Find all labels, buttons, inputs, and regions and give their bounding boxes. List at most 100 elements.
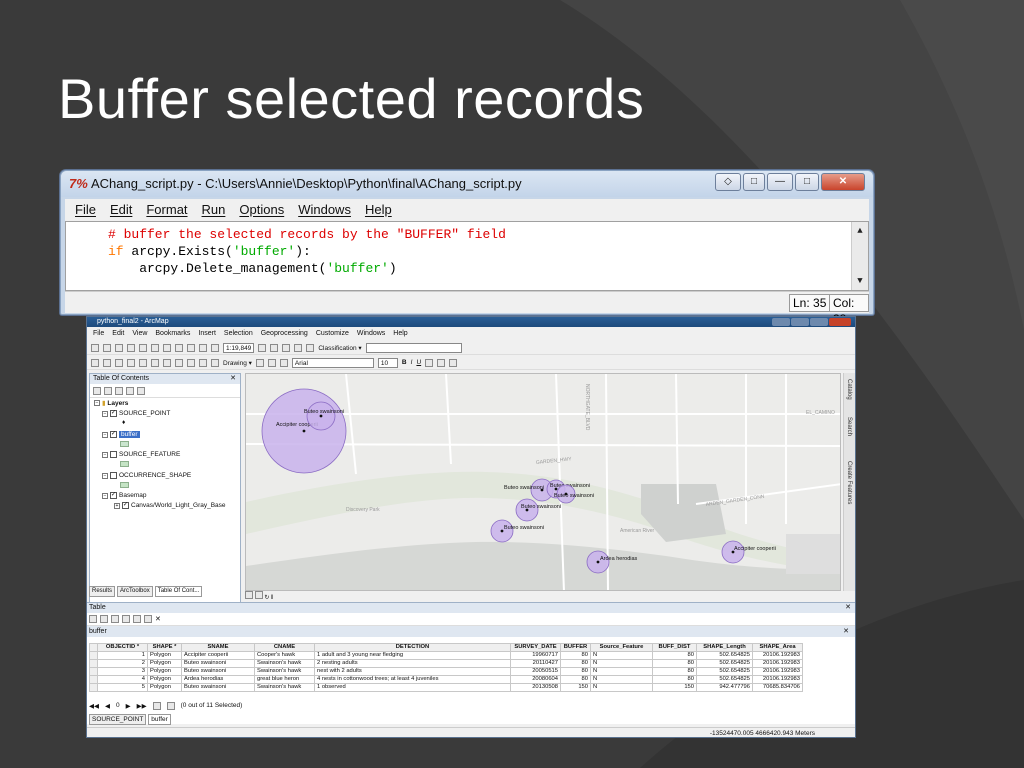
related-tables-icon[interactable]	[100, 615, 108, 623]
arc-menu-customize[interactable]: Customize	[316, 328, 349, 340]
layer-basemap[interactable]: − ✓ Basemap	[102, 492, 146, 500]
print-icon[interactable]	[127, 343, 135, 352]
rectangle-icon[interactable]	[267, 358, 276, 367]
expand-icon[interactable]: +	[114, 502, 120, 509]
copy-icon[interactable]	[151, 343, 159, 352]
next-record-icon[interactable]: ▶	[126, 702, 131, 710]
idle-menu-windows[interactable]: Windows	[298, 199, 351, 221]
idle-menu-options[interactable]: Options	[239, 199, 284, 221]
table-tab-source-point[interactable]: SOURCE_POINT	[89, 714, 147, 725]
pan-icon[interactable]	[115, 358, 123, 367]
collapse-icon[interactable]: −	[102, 472, 108, 479]
layer-canvas-basemap[interactable]: + ✓ Canvas/World_Light_Gray_Base	[114, 502, 226, 510]
collapse-icon[interactable]: −	[102, 492, 108, 499]
italic-icon[interactable]: I	[411, 359, 413, 366]
layer-buffer[interactable]: − ✓ buffer	[102, 431, 140, 439]
create-features-tab[interactable]: Create Features	[846, 461, 852, 504]
python-icon[interactable]	[306, 343, 315, 352]
redo-icon[interactable]	[199, 343, 207, 352]
identify-icon[interactable]	[187, 358, 195, 367]
tab-table-of-contents[interactable]: Table Of Cont...	[154, 586, 203, 597]
code-editor[interactable]: # buffer the selected records by the "BU…	[65, 221, 869, 291]
full-extent-icon[interactable]	[127, 358, 135, 367]
idle-titlebar[interactable]: 7% AChang_script.py - C:\Users\Annie\Des…	[61, 171, 873, 197]
table-close-icon[interactable]: ✕	[845, 603, 851, 613]
paste-icon[interactable]	[163, 343, 171, 352]
arcmap-titlebar[interactable]: python_final2 - ArcMap	[87, 317, 855, 327]
layer-checkbox[interactable]	[110, 472, 117, 479]
find-icon[interactable]	[199, 358, 207, 367]
table-tab-buffer[interactable]: buffer	[148, 714, 171, 725]
layer-checkbox[interactable]: ✓	[110, 431, 117, 438]
zoom-to-selected-icon[interactable]	[144, 615, 152, 623]
data-view-icon[interactable]	[245, 591, 253, 599]
layer-checkbox[interactable]	[110, 451, 117, 458]
table-row[interactable]: 1 Polygon Accipiter cooperii Cooper's hawk 1…	[89, 651, 803, 660]
tab-arctoolbox[interactable]: ArcToolbox	[117, 586, 153, 597]
arcmap-maximize-button[interactable]	[810, 318, 828, 326]
save-icon[interactable]	[115, 343, 123, 352]
column-header[interactable]: Source_Feature	[590, 643, 653, 652]
toc-close-icon[interactable]: ✕	[230, 374, 236, 384]
text-icon[interactable]	[279, 358, 288, 367]
arc-menu-insert[interactable]: Insert	[198, 328, 216, 340]
collapse-icon[interactable]: −	[102, 431, 108, 438]
source-point-marker[interactable]	[500, 529, 504, 533]
last-record-icon[interactable]: ▶▶	[137, 702, 147, 710]
idle-menu-help[interactable]: Help	[365, 199, 392, 221]
source-point-marker[interactable]	[302, 429, 306, 433]
delete-icon[interactable]	[175, 343, 183, 352]
font-name-select[interactable]: Arial	[291, 357, 374, 368]
measure-icon[interactable]	[211, 358, 219, 367]
arc-menu-selection[interactable]: Selection	[224, 328, 253, 340]
search-tab[interactable]: Search	[846, 417, 852, 436]
idle-minimize-button[interactable]: —	[767, 173, 793, 191]
idle-menu-edit[interactable]: Edit	[110, 199, 132, 221]
font-color-icon[interactable]	[425, 358, 434, 367]
scroll-down-icon[interactable]: ▼	[853, 274, 867, 288]
list-by-drawing-order-icon[interactable]	[93, 386, 101, 395]
arc-menu-windows[interactable]: Windows	[357, 328, 385, 340]
undo-icon[interactable]	[187, 343, 195, 352]
show-selected-records-icon[interactable]	[166, 701, 175, 710]
switch-selection-icon[interactable]	[122, 615, 130, 623]
list-by-selection-icon[interactable]	[126, 386, 134, 395]
cut-icon[interactable]	[139, 343, 147, 352]
search-icon[interactable]	[282, 343, 291, 352]
clear-selection-icon[interactable]	[133, 615, 141, 623]
fill-color-icon[interactable]	[437, 358, 446, 367]
layout-view-icon[interactable]	[254, 591, 263, 599]
font-size-select[interactable]: 10	[377, 357, 398, 368]
pointer-icon[interactable]	[255, 358, 264, 367]
arc-menu-edit[interactable]: Edit	[112, 328, 124, 340]
column-header[interactable]: SHAPE *	[147, 643, 182, 652]
arcmap-close-button[interactable]	[829, 318, 851, 326]
layer-occurrence-shape[interactable]: − OCCURRENCE_SHAPE	[102, 472, 191, 480]
layers-group[interactable]: − ▮ Layers	[94, 400, 128, 408]
layer-checkbox[interactable]: ✓	[110, 410, 117, 417]
idle-menu-file[interactable]: File	[75, 199, 96, 221]
column-header[interactable]: CNAME	[254, 643, 315, 652]
column-header[interactable]: OBJECTID *	[97, 643, 148, 652]
new-icon[interactable]	[91, 343, 99, 352]
idle-tile-button[interactable]: □	[743, 173, 765, 191]
toolbox-icon[interactable]	[294, 343, 303, 352]
pause-icon[interactable]: ‖	[271, 595, 273, 601]
previous-record-icon[interactable]: ◀	[105, 702, 110, 710]
table-row[interactable]: 5 Polygon Buteo swainsoni Swainson's hawk 1 …	[89, 683, 803, 692]
select-elements-icon[interactable]	[175, 358, 183, 367]
row-selector[interactable]	[89, 683, 98, 692]
table-options-icon[interactable]	[89, 615, 97, 623]
idle-close-button[interactable]: ✕	[821, 173, 865, 191]
catalog-icon[interactable]	[270, 343, 279, 352]
row-selector[interactable]	[89, 651, 98, 660]
list-by-visibility-icon[interactable]	[115, 386, 123, 395]
table-row[interactable]: 3 Polygon Buteo swainsoni Swainson's hawk ne…	[89, 667, 803, 676]
source-point-marker[interactable]	[319, 414, 323, 418]
row-selector[interactable]	[89, 667, 98, 676]
tab-results[interactable]: Results	[89, 586, 116, 597]
list-by-source-icon[interactable]	[104, 386, 112, 395]
toc-options-icon[interactable]	[137, 386, 145, 395]
back-icon[interactable]	[139, 358, 147, 367]
forward-icon[interactable]	[151, 358, 159, 367]
